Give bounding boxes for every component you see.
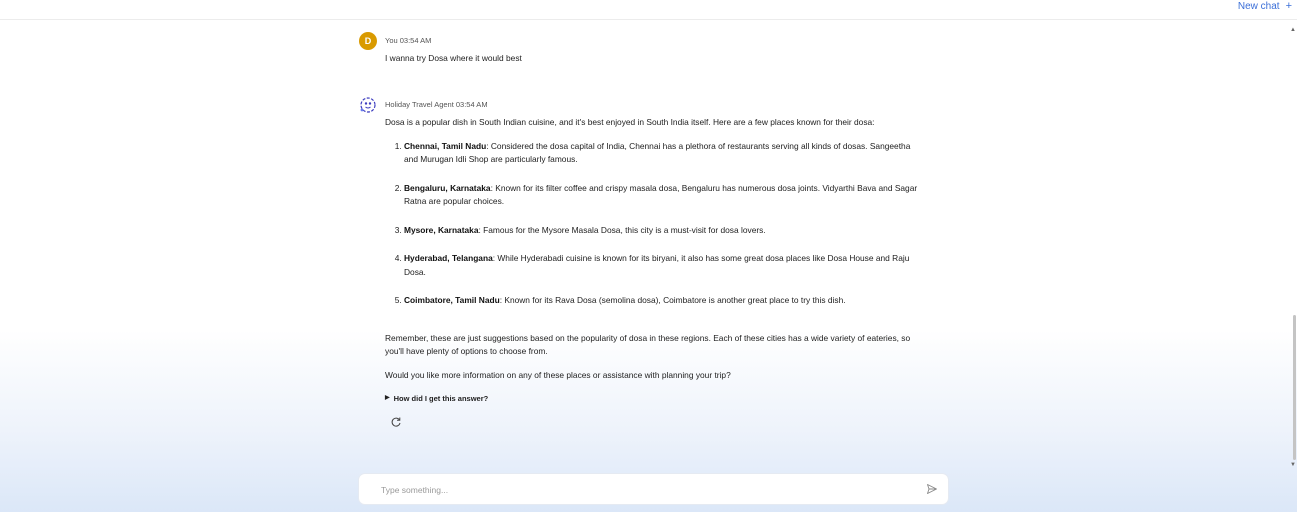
user-message: D You 03:54 AM I wanna try Dosa where it…	[359, 32, 924, 68]
agent-message-body: Dosa is a popular dish in South Indian c…	[385, 116, 925, 432]
message-input[interactable]	[379, 482, 903, 498]
send-icon[interactable]	[926, 483, 938, 495]
agent-remember-text: Remember, these are just suggestions bas…	[385, 332, 911, 357]
agent-message-meta: Holiday Travel Agent 03:54 AM	[385, 100, 488, 109]
agent-bot-icon	[360, 97, 376, 113]
how-did-i-get-answer-toggle[interactable]: ▶ How did I get this answer?	[385, 392, 925, 406]
scroll-up-icon[interactable]: ▲	[1290, 27, 1296, 33]
list-item: Coimbatore, Tamil Nadu: Known for its Ra…	[404, 294, 925, 308]
list-item: Hyderabad, Telangana: While Hyderabadi c…	[404, 252, 925, 279]
user-message-meta: You 03:54 AM	[385, 36, 432, 45]
scrollbar-thumb[interactable]	[1293, 315, 1296, 460]
new-chat-button[interactable]: New chat +	[1238, 0, 1292, 12]
scroll-down-icon[interactable]: ▼	[1290, 462, 1296, 468]
user-message-text: I wanna try Dosa where it would best	[385, 53, 522, 63]
agent-question-text: Would you like more information on any o…	[385, 369, 731, 380]
plus-icon: +	[1285, 0, 1292, 12]
agent-intro: Dosa is a popular dish in South Indian c…	[385, 117, 875, 127]
triangle-right-icon: ▶	[385, 395, 390, 401]
list-item: Bengaluru, Karnataka: Known for its filt…	[404, 182, 925, 209]
how-label: How did I get this answer?	[393, 394, 489, 403]
top-bar: New chat +	[0, 0, 1297, 20]
agent-message: Holiday Travel Agent 03:54 AM Dosa is a …	[359, 96, 924, 456]
list-item: Chennai, Tamil Nadu: Considered the dosa…	[404, 140, 925, 167]
user-avatar: D	[359, 32, 377, 50]
list-item: Mysore, Karnataka: Famous for the Mysore…	[404, 224, 925, 238]
new-chat-label: New chat	[1237, 0, 1280, 12]
message-composer	[359, 474, 948, 504]
regenerate-icon[interactable]	[390, 416, 402, 428]
places-list: Chennai, Tamil Nadu: Considered the dosa…	[385, 140, 925, 308]
